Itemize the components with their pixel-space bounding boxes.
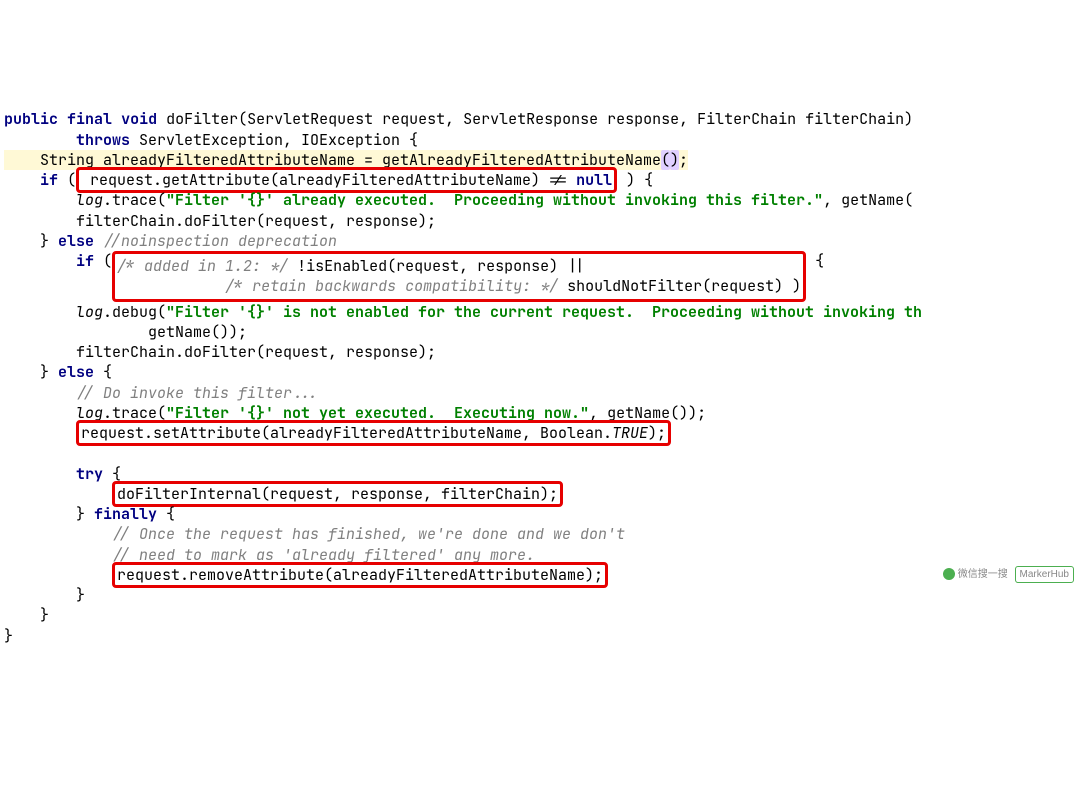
line: log.trace("Filter '{}' already executed.… [4,190,913,210]
highlight-box: doFilterInternal(request, response, filt… [112,481,563,507]
line: filterChain.doFilter(request, response); [4,211,436,231]
line: request.removeAttribute(alreadyFilteredA… [4,562,608,588]
line: try { [4,464,121,484]
code-block: public final void doFilter(ServletReques… [4,89,1076,646]
line: request.setAttribute(alreadyFilteredAttr… [4,420,671,446]
line: if ( request.getAttribute(alreadyFiltere… [4,167,653,193]
line: filterChain.doFilter(request, response); [4,342,436,362]
line: getName()); [4,322,247,342]
blank-line [4,443,13,463]
line: // Do invoke this filter... [4,383,319,403]
highlight-box: request.setAttribute(alreadyFilteredAttr… [76,420,671,446]
highlight-box: /* added in 1.2: */ !isEnabled(request, … [112,251,806,302]
line: public final void doFilter(ServletReques… [4,109,913,129]
highlight-box: request.removeAttribute(alreadyFilteredA… [112,562,608,588]
line: } else { [4,362,112,382]
watermark-label: MarkerHub [1015,566,1074,584]
line: } [4,605,49,625]
line: } [4,626,13,646]
line: throws ServletException, IOException { [4,130,418,150]
line: } finally { [4,504,175,524]
watermark: 微信搜一搜 MarkerHub [943,566,1074,584]
wechat-icon [943,568,955,580]
watermark-source: 微信搜一搜 [958,569,1008,580]
line: } else //noinspection deprecation [4,231,337,251]
line: log.debug("Filter '{}' is not enabled fo… [4,302,922,322]
line: // Once the request has finished, we're … [4,524,625,544]
highlight-box: request.getAttribute(alreadyFilteredAttr… [76,167,617,193]
line: doFilterInternal(request, response, filt… [4,481,563,507]
line: } [4,585,85,605]
line: if (/* added in 1.2: */ !isEnabled(reque… [4,251,824,271]
